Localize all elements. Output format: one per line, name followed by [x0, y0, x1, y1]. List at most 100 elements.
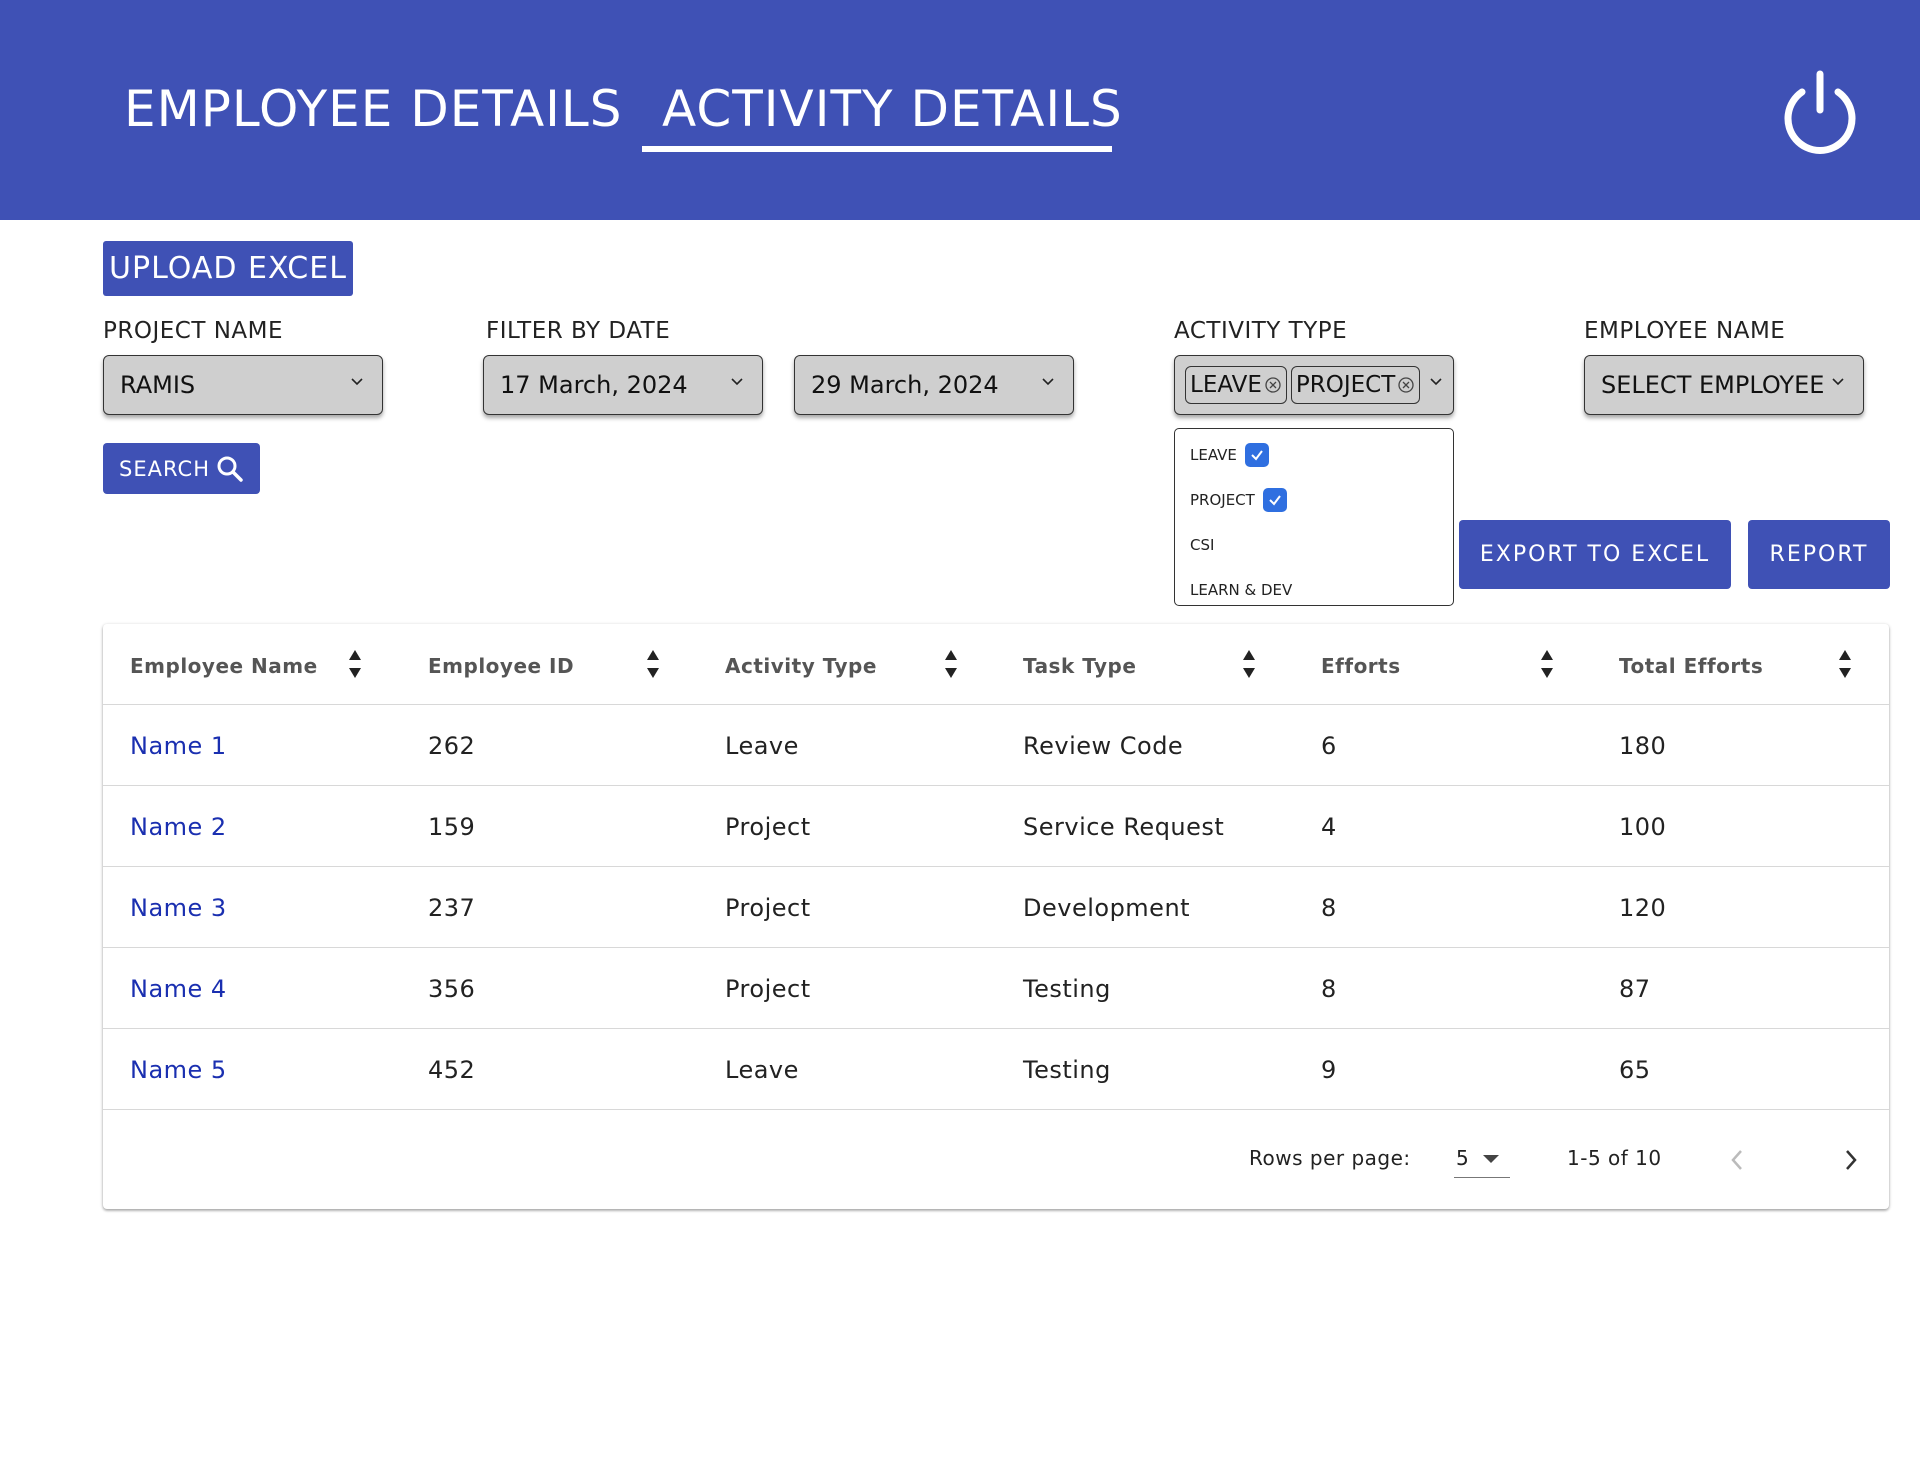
employee-name-value: SELECT EMPLOYEE	[1601, 371, 1825, 399]
active-tab-indicator	[642, 146, 1112, 152]
project-name-select[interactable]: RAMIS	[103, 355, 383, 415]
divider	[103, 1028, 1889, 1029]
employee-name-link[interactable]: Name 2	[130, 813, 227, 841]
option-csi-label: CSI	[1190, 536, 1215, 554]
chevron-down-icon	[1042, 378, 1054, 386]
employee-id-cell: 356	[428, 975, 476, 1003]
employee-name-link[interactable]: Name 1	[130, 732, 227, 760]
search-icon	[217, 456, 243, 482]
divider	[103, 785, 1889, 786]
project-name-value: RAMIS	[120, 371, 196, 399]
caret-down-icon	[1483, 1155, 1499, 1163]
pagination-range: 1-5 of 10	[1567, 1146, 1662, 1170]
activity-type-select[interactable]: LEAVE PROJECT	[1174, 355, 1454, 415]
column-header-employee-name[interactable]: Employee Name	[130, 654, 318, 678]
chip-project-label: PROJECT	[1295, 372, 1396, 398]
next-page-icon[interactable]	[1841, 1148, 1861, 1172]
column-header-activity-type[interactable]: Activity Type	[725, 654, 877, 678]
option-learn-dev[interactable]: LEARN & DEV	[1190, 578, 1292, 602]
employee-name-select[interactable]: SELECT EMPLOYEE	[1584, 355, 1864, 415]
employee-name-link[interactable]: Name 5	[130, 1056, 227, 1084]
employee-id-cell: 159	[428, 813, 476, 841]
project-name-label: PROJECT NAME	[103, 318, 284, 344]
option-csi[interactable]: CSI	[1190, 533, 1214, 557]
total-efforts-cell: 100	[1619, 813, 1667, 841]
task-type-cell: Service Request	[1023, 813, 1225, 841]
option-leave[interactable]: LEAVE	[1190, 443, 1269, 467]
employee-name-label: EMPLOYEE NAME	[1584, 318, 1786, 344]
total-efforts-cell: 120	[1619, 894, 1667, 922]
employee-name-link[interactable]: Name 3	[130, 894, 227, 922]
sort-icon[interactable]	[645, 646, 661, 682]
total-efforts-cell: 180	[1619, 732, 1667, 760]
option-leave-label: LEAVE	[1190, 446, 1237, 464]
activity-type-cell: Leave	[725, 1056, 799, 1084]
tab-employee-details[interactable]: EMPLOYEE DETAILS	[124, 80, 623, 138]
chip-leave: LEAVE	[1185, 366, 1287, 404]
task-type-cell: Review Code	[1023, 732, 1184, 760]
sort-icon[interactable]	[1837, 646, 1853, 682]
chevron-down-icon	[1430, 378, 1442, 386]
rows-per-page-select[interactable]: 5	[1454, 1144, 1510, 1178]
export-to-excel-button[interactable]: EXPORT TO EXCEL	[1459, 520, 1731, 589]
task-type-cell: Development	[1023, 894, 1191, 922]
efforts-cell: 4	[1321, 813, 1337, 841]
efforts-cell: 8	[1321, 975, 1337, 1003]
checkbox-checked-icon[interactable]	[1244, 443, 1269, 467]
option-project-label: PROJECT	[1190, 491, 1255, 509]
divider	[103, 704, 1889, 705]
efforts-cell: 9	[1321, 1056, 1337, 1084]
date-to-select[interactable]: 29 March, 2024	[794, 355, 1074, 415]
chevron-down-icon	[1832, 378, 1844, 386]
total-efforts-cell: 65	[1619, 1056, 1651, 1084]
sort-icon[interactable]	[943, 646, 959, 682]
filter-by-date-label: FILTER BY DATE	[486, 318, 671, 344]
option-learn-dev-label: LEARN & DEV	[1190, 581, 1293, 599]
activity-type-label: ACTIVITY TYPE	[1174, 318, 1348, 344]
divider	[103, 866, 1889, 867]
divider	[103, 1109, 1889, 1110]
column-header-efforts[interactable]: Efforts	[1321, 654, 1401, 678]
activity-type-cell: Project	[725, 975, 811, 1003]
sort-icon[interactable]	[1241, 646, 1257, 682]
upload-excel-button[interactable]: UPLOAD EXCEL	[103, 241, 353, 296]
column-header-task-type[interactable]: Task Type	[1023, 654, 1136, 678]
chevron-down-icon	[351, 378, 363, 386]
task-type-cell: Testing	[1023, 1056, 1111, 1084]
rows-per-page-label: Rows per page:	[1249, 1146, 1411, 1170]
chip-leave-label: LEAVE	[1190, 372, 1262, 398]
activity-type-cell: Project	[725, 894, 811, 922]
task-type-cell: Testing	[1023, 975, 1111, 1003]
employee-name-link[interactable]: Name 4	[130, 975, 227, 1003]
efforts-cell: 6	[1321, 732, 1337, 760]
option-project[interactable]: PROJECT	[1190, 488, 1287, 512]
tab-activity-details[interactable]: ACTIVITY DETAILS	[662, 80, 1123, 138]
employee-id-cell: 452	[428, 1056, 476, 1084]
activity-type-dropdown: LEAVE PROJECT CSI LEARN & DEV	[1174, 428, 1454, 606]
checkbox-checked-icon[interactable]	[1262, 488, 1287, 512]
search-button[interactable]: SEARCH	[103, 443, 260, 494]
report-button[interactable]: REPORT	[1748, 520, 1890, 589]
activity-table: Employee Name Employee ID Activity Type …	[103, 624, 1889, 1209]
employee-id-cell: 262	[428, 732, 476, 760]
date-from-select[interactable]: 17 March, 2024	[483, 355, 763, 415]
column-header-employee-id[interactable]: Employee ID	[428, 654, 574, 678]
chip-project: PROJECT	[1290, 366, 1421, 404]
previous-page-icon[interactable]	[1727, 1148, 1747, 1172]
chevron-down-icon	[731, 378, 743, 386]
app-header: EMPLOYEE DETAILS ACTIVITY DETAILS	[0, 0, 1920, 220]
column-header-total-efforts[interactable]: Total Efforts	[1619, 654, 1763, 678]
remove-chip-icon[interactable]	[1397, 376, 1415, 394]
activity-type-cell: Leave	[725, 732, 799, 760]
date-to-value: 29 March, 2024	[811, 371, 999, 399]
sort-icon[interactable]	[1539, 646, 1555, 682]
total-efforts-cell: 87	[1619, 975, 1651, 1003]
employee-id-cell: 237	[428, 894, 476, 922]
power-icon[interactable]	[1778, 70, 1862, 154]
divider	[103, 947, 1889, 948]
remove-chip-icon[interactable]	[1264, 376, 1282, 394]
activity-type-cell: Project	[725, 813, 811, 841]
sort-icon[interactable]	[347, 646, 363, 682]
rows-per-page-value: 5	[1456, 1146, 1470, 1170]
efforts-cell: 8	[1321, 894, 1337, 922]
